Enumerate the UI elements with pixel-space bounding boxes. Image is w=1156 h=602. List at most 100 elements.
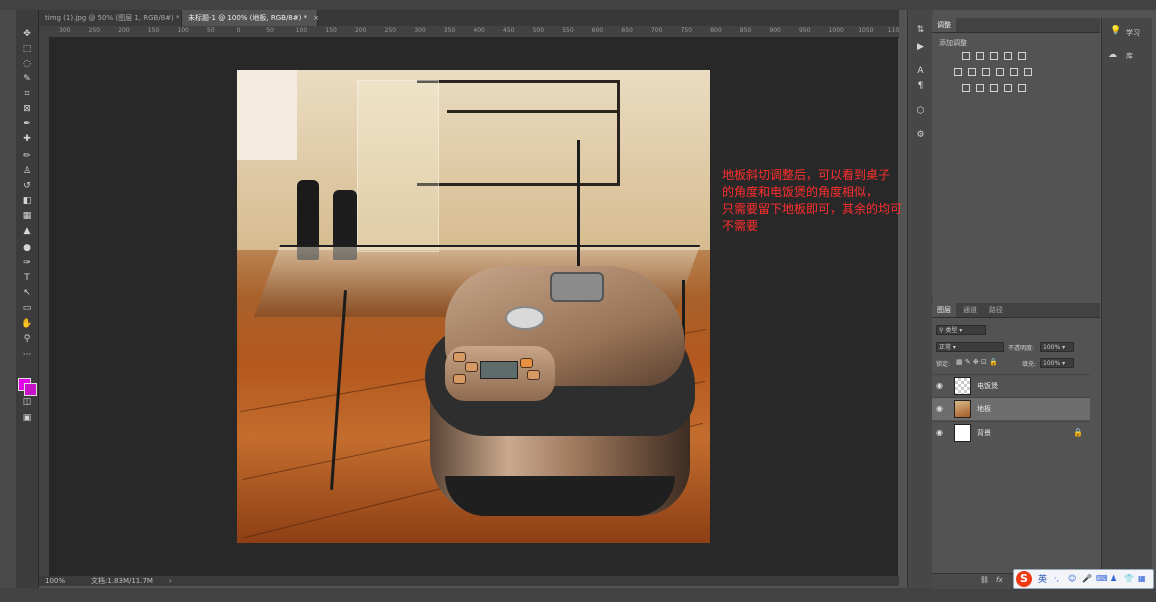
hue-saturation-icon[interactable] — [954, 68, 962, 76]
lock-icons[interactable]: ▦ ✎ ✥ ⊡ 🔒 — [956, 358, 998, 366]
type-tool-icon[interactable]: T — [19, 272, 35, 285]
left-dock-strip — [0, 10, 16, 588]
character-icon[interactable]: A — [914, 65, 927, 77]
microphone-icon[interactable]: 🎤 — [1082, 573, 1092, 584]
tab-paths[interactable]: 路径 — [984, 303, 1008, 317]
ime-language-toggle[interactable]: 英 — [1038, 572, 1047, 585]
photo-filter-icon[interactable] — [996, 68, 1004, 76]
selective-color-icon[interactable] — [1004, 84, 1012, 92]
visibility-eye-icon[interactable]: ◉ — [936, 381, 945, 390]
tab-untitled-1[interactable]: 未标题-1 @ 100% (地板, RGB/8#) * × — [182, 10, 319, 26]
ruler-tick-label: 800 — [710, 27, 722, 34]
crop-tool-icon[interactable]: ⌗ — [19, 88, 35, 101]
toolbox-icon[interactable]: ▦ — [1138, 573, 1146, 584]
color-lookup-icon[interactable] — [1024, 68, 1032, 76]
layer-thumbnail — [954, 424, 971, 442]
tab-channels[interactable]: 通道 — [958, 303, 982, 317]
libraries-label[interactable]: 库 — [1126, 51, 1133, 61]
invert-icon[interactable] — [962, 84, 970, 92]
gradient-map-icon[interactable] — [1018, 84, 1026, 92]
document-canvas[interactable] — [237, 70, 710, 543]
path-select-tool-icon[interactable]: ↖ — [19, 287, 35, 300]
layer-row[interactable]: ◉ 地板 — [932, 397, 1090, 420]
layer-row[interactable]: ◉ 电饭煲 — [932, 374, 1090, 397]
marquee-tool-icon[interactable]: ⬚ — [19, 43, 35, 56]
threshold-icon[interactable] — [990, 84, 998, 92]
layer-filter-select[interactable]: ⚲ 类型 ▾ — [936, 325, 986, 335]
rectangle-tool-icon[interactable]: ▭ — [19, 302, 35, 315]
tab-adjustments[interactable]: 调整 — [932, 18, 956, 32]
visibility-eye-icon[interactable]: ◉ — [936, 404, 945, 413]
properties-icon[interactable]: ⚙ — [914, 129, 927, 141]
lasso-tool-icon[interactable]: ◌ — [19, 58, 35, 71]
hand-tool-icon[interactable]: ✋ — [19, 318, 35, 331]
quick-mask-icon[interactable]: ◫ — [19, 396, 35, 409]
emoji-icon[interactable]: ☺ — [1068, 573, 1076, 584]
status-menu-arrow[interactable]: › — [169, 576, 172, 586]
history-brush-tool-icon[interactable]: ↺ — [19, 180, 35, 193]
libraries-icon[interactable]: ☁ — [1108, 50, 1117, 60]
brightness-icon[interactable] — [962, 52, 970, 60]
sogou-logo[interactable]: S — [1016, 571, 1032, 587]
lightbulb-icon[interactable]: 💡 — [1110, 26, 1121, 36]
curves-icon[interactable] — [990, 52, 998, 60]
paragraph-icon[interactable]: ¶ — [914, 80, 927, 92]
shirt-icon[interactable]: 👕 — [1124, 573, 1134, 584]
vibrance-icon[interactable] — [1018, 52, 1026, 60]
more-tools-icon[interactable]: ··· — [19, 349, 35, 362]
ruler-tick-label: 1050 — [858, 27, 874, 34]
clone-stamp-tool-icon[interactable]: ♙ — [19, 165, 35, 178]
tab-layers[interactable]: 图层 — [932, 303, 956, 317]
exposure-icon[interactable] — [1004, 52, 1012, 60]
layers-panel: 图层 通道 路径 ⚲ 类型 ▾ 正常 ▾ 不透明度: 100% ▾ 锁定: ▦ … — [932, 303, 1100, 589]
black-white-icon[interactable] — [982, 68, 990, 76]
channel-mixer-icon[interactable] — [1010, 68, 1018, 76]
zoom-level[interactable]: 100% — [45, 576, 65, 586]
actions-play-icon[interactable]: ▶ — [914, 41, 927, 53]
link-layers-icon[interactable]: ⛓ — [980, 576, 989, 584]
3d-icon[interactable]: ⬡ — [914, 105, 927, 117]
glass-vase — [357, 80, 439, 252]
eyedropper-tool-icon[interactable]: ✒ — [19, 118, 35, 131]
zoom-tool-icon[interactable]: ⚲ — [19, 333, 35, 346]
close-icon[interactable]: × — [313, 14, 319, 22]
healing-brush-tool-icon[interactable]: ✚ — [19, 133, 35, 146]
opacity-input[interactable]: 100% ▾ — [1040, 342, 1074, 352]
layer-name: 地板 — [977, 405, 991, 413]
learn-label[interactable]: 学习 — [1126, 28, 1140, 38]
ruler-tick-label: 750 — [680, 27, 693, 34]
history-icon[interactable]: ⇅ — [914, 24, 927, 36]
background-color-swatch[interactable] — [24, 383, 37, 396]
punctuation-icon[interactable]: ·, — [1054, 573, 1062, 584]
posterize-icon[interactable] — [976, 84, 984, 92]
pen-tool-icon[interactable]: ✑ — [19, 257, 35, 270]
frame-tool-icon[interactable]: ⊠ — [19, 103, 35, 116]
quick-select-tool-icon[interactable]: ✎ — [19, 73, 35, 86]
dodge-tool-icon[interactable]: ● — [19, 242, 35, 255]
levels-icon[interactable] — [976, 52, 984, 60]
tab-timg[interactable]: timg (1).jpg @ 50% (图层 1, RGB/8#) *× — [39, 10, 191, 26]
eraser-tool-icon[interactable]: ◧ — [19, 195, 35, 208]
adjustment-row — [962, 52, 1032, 62]
window — [237, 70, 297, 160]
visibility-eye-icon[interactable]: ◉ — [936, 428, 945, 437]
screen-mode-icon[interactable]: ▣ — [19, 412, 35, 425]
fill-input[interactable]: 100% ▾ — [1040, 358, 1074, 368]
fx-button[interactable]: fx — [996, 576, 1003, 584]
annotation-line: 地板斜切调整后，可以看到桌子 — [722, 168, 891, 182]
bottom-bar — [0, 588, 1156, 602]
layer-row[interactable]: ◉ 背景 🔒 — [932, 421, 1090, 444]
gradient-tool-icon[interactable]: ▦ — [19, 210, 35, 223]
brush-tool-icon[interactable]: ✏ — [19, 150, 35, 163]
blend-mode-select[interactable]: 正常 ▾ — [936, 342, 1004, 352]
blend-mode-label: 正常 — [939, 344, 952, 351]
tools-panel: ✥ ⬚ ◌ ✎ ⌗ ⊠ ✒ ✚ ✏ ♙ ↺ ◧ ▦ ▲ ● ✑ T ↖ ▭ ✋ … — [16, 10, 39, 588]
layer-thumbnail — [954, 400, 971, 418]
color-balance-icon[interactable] — [968, 68, 976, 76]
adjustments-title: 添加调整 — [939, 39, 967, 47]
keyboard-icon[interactable]: ⌨ — [1096, 573, 1108, 584]
user-icon[interactable]: ♟ — [1110, 573, 1118, 584]
panel-header: 调整 — [932, 18, 1100, 33]
move-tool-icon[interactable]: ✥ — [19, 28, 35, 41]
blur-tool-icon[interactable]: ▲ — [19, 225, 35, 238]
